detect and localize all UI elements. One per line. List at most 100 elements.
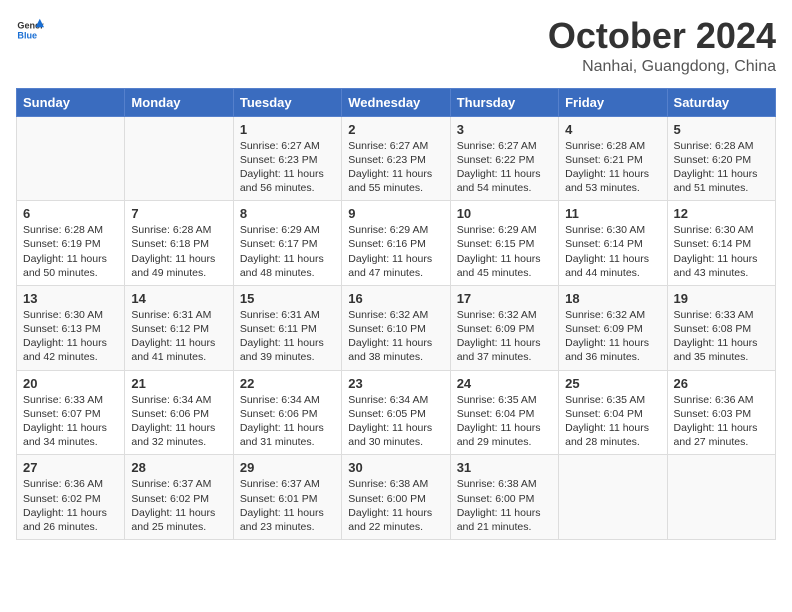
calendar-cell: 26 Sunrise: 6:36 AMSunset: 6:03 PMDayligh… [667,370,775,455]
calendar-cell: 11Sunrise: 6:30 AMSunset: 6:14 PMDayligh… [559,201,667,286]
day-details: Sunrise: 6:30 AMSunset: 6:13 PMDaylight:… [23,308,118,365]
weekday-header: Sunday [17,88,125,116]
calendar-cell: 5 Sunrise: 6:28 AMSunset: 6:20 PMDaylight… [667,116,775,201]
day-details: Sunrise: 6:37 AMSunset: 6:02 PMDaylight:… [131,477,226,534]
calendar-cell: 22 Sunrise: 6:34 AMSunset: 6:06 PMDayligh… [233,370,341,455]
weekday-header: Saturday [667,88,775,116]
day-details: Sunrise: 6:28 AMSunset: 6:18 PMDaylight:… [131,223,226,280]
day-details: Sunrise: 6:34 AMSunset: 6:06 PMDaylight:… [131,393,226,450]
day-number: 28 [131,460,226,475]
day-number: 29 [240,460,335,475]
calendar-cell: 21 Sunrise: 6:34 AMSunset: 6:06 PMDayligh… [125,370,233,455]
calendar-table: SundayMondayTuesdayWednesdayThursdayFrid… [16,88,776,540]
calendar-cell: 17Sunrise: 6:32 AMSunset: 6:09 PMDayligh… [450,285,558,370]
calendar-cell: 6 Sunrise: 6:28 AMSunset: 6:19 PMDaylight… [17,201,125,286]
day-details: Sunrise: 6:33 AMSunset: 6:08 PMDaylight:… [674,308,769,365]
calendar-cell: 23 Sunrise: 6:34 AMSunset: 6:05 PMDayligh… [342,370,450,455]
day-number: 20 [23,376,118,391]
day-number: 9 [348,206,443,221]
day-number: 21 [131,376,226,391]
calendar-cell: 12 Sunrise: 6:30 AMSunset: 6:14 PMDayligh… [667,201,775,286]
calendar-cell: 14 Sunrise: 6:31 AMSunset: 6:12 PMDayligh… [125,285,233,370]
calendar-cell: 15Sunrise: 6:31 AMSunset: 6:11 PMDayligh… [233,285,341,370]
day-number: 4 [565,122,660,137]
month-title: October 2024 [548,16,776,56]
day-details: Sunrise: 6:32 AMSunset: 6:10 PMDaylight:… [348,308,443,365]
day-details: Sunrise: 6:36 AMSunset: 6:02 PMDaylight:… [23,477,118,534]
calendar-cell: 24 Sunrise: 6:35 AMSunset: 6:04 PMDayligh… [450,370,558,455]
day-number: 22 [240,376,335,391]
day-number: 27 [23,460,118,475]
day-details: Sunrise: 6:28 AMSunset: 6:21 PMDaylight:… [565,139,660,196]
weekday-header: Tuesday [233,88,341,116]
day-details: Sunrise: 6:34 AMSunset: 6:06 PMDaylight:… [240,393,335,450]
calendar-cell: 18Sunrise: 6:32 AMSunset: 6:09 PMDayligh… [559,285,667,370]
day-number: 25 [565,376,660,391]
day-details: Sunrise: 6:29 AMSunset: 6:17 PMDaylight:… [240,223,335,280]
day-details: Sunrise: 6:34 AMSunset: 6:05 PMDaylight:… [348,393,443,450]
calendar-cell: 19 Sunrise: 6:33 AMSunset: 6:08 PMDayligh… [667,285,775,370]
day-details: Sunrise: 6:32 AMSunset: 6:09 PMDaylight:… [457,308,552,365]
weekday-header: Friday [559,88,667,116]
day-number: 18 [565,291,660,306]
calendar-week-row: 6 Sunrise: 6:28 AMSunset: 6:19 PMDaylight… [17,201,776,286]
day-number: 7 [131,206,226,221]
day-details: Sunrise: 6:31 AMSunset: 6:12 PMDaylight:… [131,308,226,365]
page-header: General Blue October 2024 Nanhai, Guangd… [16,16,776,76]
calendar-cell [559,455,667,540]
day-details: Sunrise: 6:31 AMSunset: 6:11 PMDaylight:… [240,308,335,365]
day-details: Sunrise: 6:37 AMSunset: 6:01 PMDaylight:… [240,477,335,534]
day-details: Sunrise: 6:36 AMSunset: 6:03 PMDaylight:… [674,393,769,450]
day-number: 19 [674,291,769,306]
day-details: Sunrise: 6:29 AMSunset: 6:15 PMDaylight:… [457,223,552,280]
calendar-cell: 1 Sunrise: 6:27 AMSunset: 6:23 PMDaylight… [233,116,341,201]
calendar-cell: 3 Sunrise: 6:27 AMSunset: 6:22 PMDaylight… [450,116,558,201]
day-number: 14 [131,291,226,306]
day-number: 10 [457,206,552,221]
svg-text:Blue: Blue [17,30,37,40]
day-number: 3 [457,122,552,137]
calendar-cell: 4 Sunrise: 6:28 AMSunset: 6:21 PMDaylight… [559,116,667,201]
day-number: 26 [674,376,769,391]
calendar-cell: 31Sunrise: 6:38 AMSunset: 6:00 PMDayligh… [450,455,558,540]
calendar-cell: 25 Sunrise: 6:35 AMSunset: 6:04 PMDayligh… [559,370,667,455]
calendar-week-row: 27 Sunrise: 6:36 AMSunset: 6:02 PMDayligh… [17,455,776,540]
day-details: Sunrise: 6:28 AMSunset: 6:19 PMDaylight:… [23,223,118,280]
calendar-cell [125,116,233,201]
day-details: Sunrise: 6:29 AMSunset: 6:16 PMDaylight:… [348,223,443,280]
calendar-cell: 2Sunrise: 6:27 AMSunset: 6:23 PMDaylight… [342,116,450,201]
day-details: Sunrise: 6:38 AMSunset: 6:00 PMDaylight:… [348,477,443,534]
day-details: Sunrise: 6:27 AMSunset: 6:23 PMDaylight:… [348,139,443,196]
day-number: 16 [348,291,443,306]
calendar-cell: 29 Sunrise: 6:37 AMSunset: 6:01 PMDayligh… [233,455,341,540]
day-number: 5 [674,122,769,137]
calendar-cell: 7 Sunrise: 6:28 AMSunset: 6:18 PMDaylight… [125,201,233,286]
day-number: 23 [348,376,443,391]
calendar-cell: 27 Sunrise: 6:36 AMSunset: 6:02 PMDayligh… [17,455,125,540]
logo-icon: General Blue [16,16,44,44]
day-details: Sunrise: 6:28 AMSunset: 6:20 PMDaylight:… [674,139,769,196]
calendar-week-row: 1 Sunrise: 6:27 AMSunset: 6:23 PMDaylight… [17,116,776,201]
day-number: 24 [457,376,552,391]
day-number: 6 [23,206,118,221]
day-details: Sunrise: 6:27 AMSunset: 6:23 PMDaylight:… [240,139,335,196]
day-details: Sunrise: 6:27 AMSunset: 6:22 PMDaylight:… [457,139,552,196]
day-details: Sunrise: 6:33 AMSunset: 6:07 PMDaylight:… [23,393,118,450]
day-number: 13 [23,291,118,306]
day-number: 12 [674,206,769,221]
day-number: 31 [457,460,552,475]
calendar-cell: 16 Sunrise: 6:32 AMSunset: 6:10 PMDayligh… [342,285,450,370]
logo: General Blue [16,16,44,44]
day-details: Sunrise: 6:30 AMSunset: 6:14 PMDaylight:… [674,223,769,280]
title-block: October 2024 Nanhai, Guangdong, China [548,16,776,76]
day-details: Sunrise: 6:35 AMSunset: 6:04 PMDaylight:… [457,393,552,450]
calendar-cell: 13 Sunrise: 6:30 AMSunset: 6:13 PMDayligh… [17,285,125,370]
calendar-cell: 30Sunrise: 6:38 AMSunset: 6:00 PMDayligh… [342,455,450,540]
day-number: 11 [565,206,660,221]
location-subtitle: Nanhai, Guangdong, China [548,58,776,76]
day-number: 1 [240,122,335,137]
calendar-cell: 20 Sunrise: 6:33 AMSunset: 6:07 PMDayligh… [17,370,125,455]
day-details: Sunrise: 6:35 AMSunset: 6:04 PMDaylight:… [565,393,660,450]
calendar-week-row: 13 Sunrise: 6:30 AMSunset: 6:13 PMDayligh… [17,285,776,370]
calendar-cell [667,455,775,540]
